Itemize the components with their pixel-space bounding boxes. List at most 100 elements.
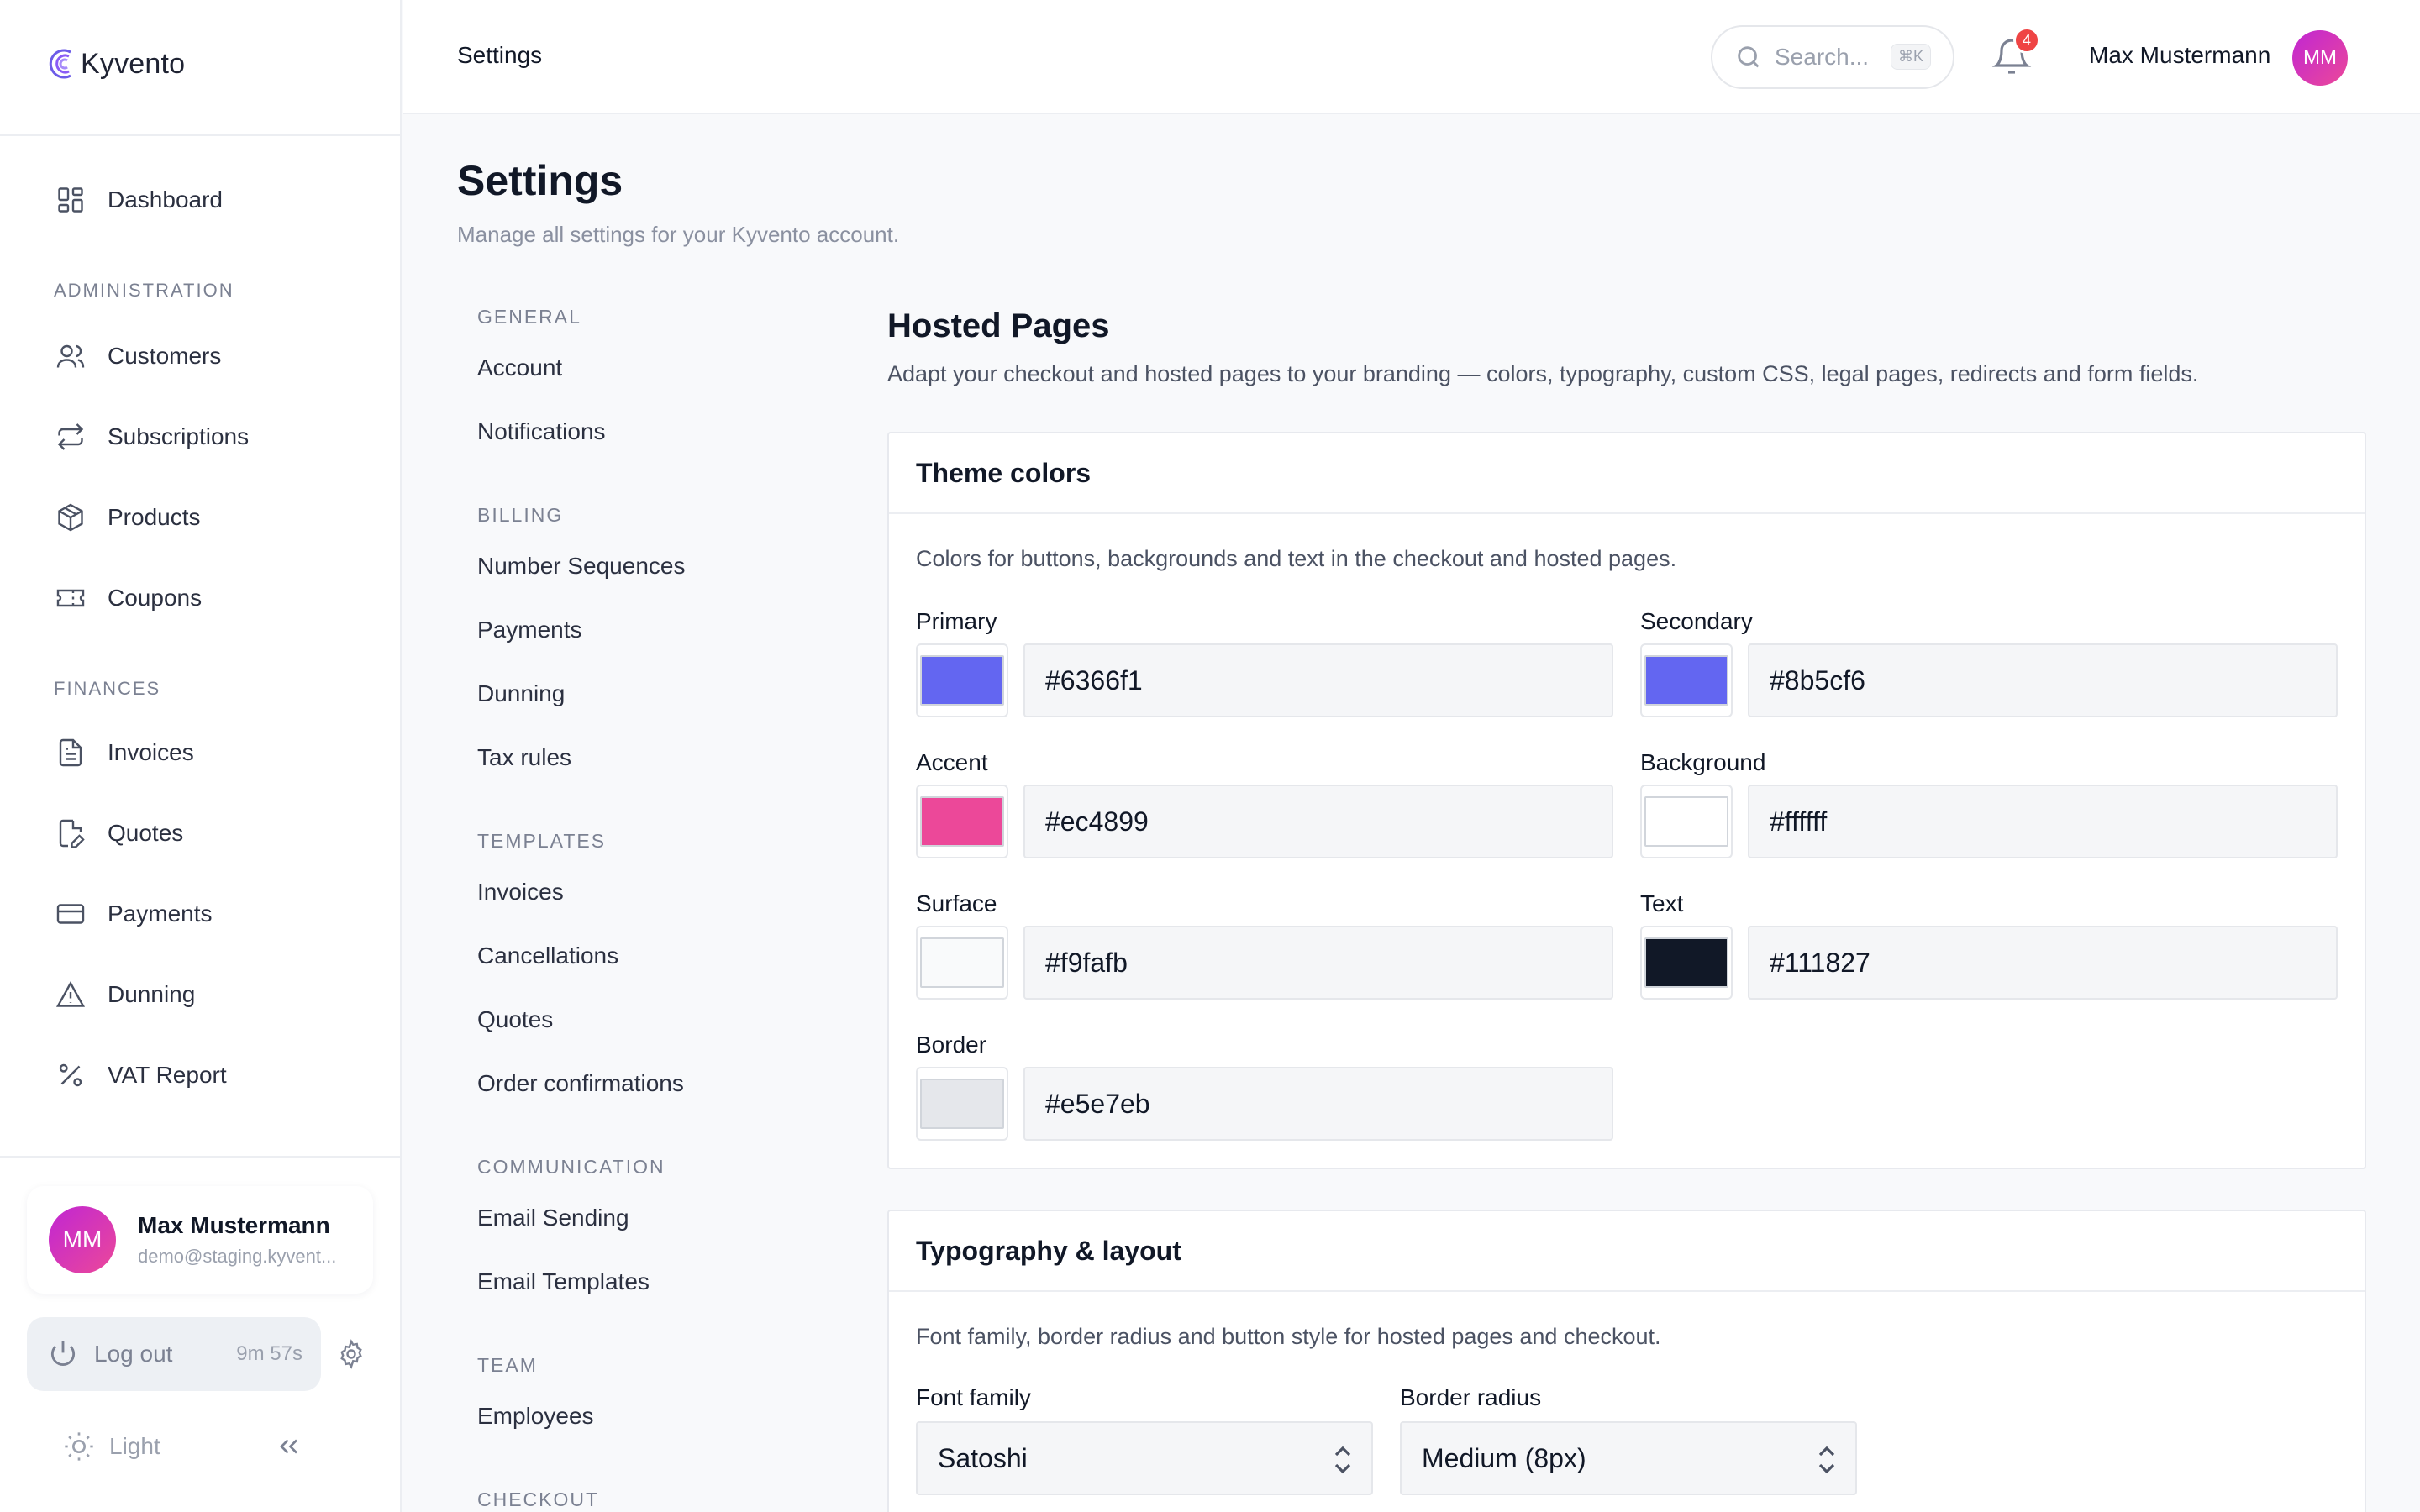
sidebar-item-products[interactable]: Products (54, 496, 201, 539)
color-swatch (1644, 796, 1728, 847)
settings-item-invoices[interactable]: Invoices (477, 879, 564, 906)
color-swatch (920, 1079, 1004, 1129)
app-logo[interactable]: Kyvento (45, 45, 185, 82)
color-swatch (920, 655, 1004, 706)
border-radius-select[interactable]: Medium (8px) (1400, 1421, 1857, 1495)
secondary-color-picker[interactable] (1640, 643, 1733, 717)
sidebar-item-dunning[interactable]: Dunning (54, 973, 195, 1016)
card-description: Colors for buttons, backgrounds and text… (916, 546, 1677, 571)
font-family-label: Font family (916, 1384, 1031, 1410)
sidebar-user-card[interactable]: MM Max Mustermann demo@staging.kyvent... (27, 1186, 373, 1294)
border-color-picker[interactable] (916, 1067, 1008, 1141)
file-edit-icon (54, 816, 87, 850)
user-email: demo@staging.kyvent... (138, 1246, 337, 1267)
divider (0, 134, 402, 136)
sidebar-item-label: Dunning (108, 981, 196, 1007)
settings-item-account[interactable]: Account (477, 354, 562, 381)
sidebar-item-vat-report[interactable]: VAT Report (54, 1053, 227, 1097)
border-color-label: Border (916, 1032, 987, 1058)
select-value: Medium (8px) (1422, 1442, 1586, 1473)
text-color-label: Text (1640, 890, 1684, 916)
color-swatch (920, 937, 1004, 988)
secondary-color-input[interactable]: #8b5cf6 (1748, 643, 2338, 717)
settings-item-notifications[interactable]: Notifications (477, 418, 606, 445)
user-name: Max Mustermann (138, 1212, 330, 1238)
search-shortcut: ⌘K (1890, 44, 1931, 70)
sidebar-item-label: Payments (108, 900, 213, 927)
sidebar-item-customers[interactable]: Customers (54, 334, 221, 378)
logout-button[interactable]: Log out 9m 57s (27, 1317, 321, 1391)
settings-section-general: GENERAL (477, 306, 581, 328)
background-color-label: Background (1640, 749, 1766, 775)
sidebar-item-label: Subscriptions (108, 423, 250, 449)
settings-item-tax-rules[interactable]: Tax rules (477, 744, 571, 771)
settings-section-team: TEAM (477, 1354, 538, 1376)
font-family-select[interactable]: Satoshi (916, 1421, 1373, 1495)
card-title: Typography & layout (889, 1211, 2365, 1292)
divider (0, 1156, 402, 1158)
settings-item-cancellations[interactable]: Cancellations (477, 942, 618, 969)
gear-icon[interactable] (336, 1339, 366, 1369)
accent-color-picker[interactable] (916, 785, 1008, 858)
search-input[interactable]: Search... ⌘K (1711, 25, 1954, 89)
power-icon (50, 1341, 76, 1366)
sidebar-item-label: Dashboard (108, 186, 223, 213)
settings-item-dunning[interactable]: Dunning (477, 680, 565, 707)
sidebar-item-invoices[interactable]: Invoices (54, 731, 194, 774)
text-color-picker[interactable] (1640, 926, 1733, 1000)
nav-section-administration: ADMINISTRATION (54, 280, 234, 301)
surface-color-input[interactable]: #f9fafb (1023, 926, 1613, 1000)
settings-item-order-confirmations[interactable]: Order confirmations (477, 1070, 684, 1097)
surface-color-picker[interactable] (916, 926, 1008, 1000)
primary-color-label: Primary (916, 608, 997, 634)
select-value: Satoshi (938, 1442, 1028, 1473)
header-title: Settings (457, 42, 543, 68)
color-swatch (1644, 655, 1728, 706)
sidebar-item-coupons[interactable]: Coupons (54, 576, 202, 620)
sidebar-item-payments[interactable]: Payments (54, 892, 213, 936)
sidebar-item-label: Quotes (108, 820, 184, 846)
primary-color-picker[interactable] (916, 643, 1008, 717)
typography-card: Typography & layout Font family, border … (887, 1210, 2366, 1512)
theme-label: Light (109, 1433, 160, 1459)
percent-icon (54, 1058, 87, 1092)
background-color-input[interactable]: #ffffff (1748, 785, 2338, 858)
color-swatch (920, 796, 1004, 847)
search-placeholder: Search... (1775, 44, 1870, 70)
color-swatch (1644, 937, 1728, 988)
search-icon (1738, 46, 1760, 68)
secondary-color-label: Secondary (1640, 608, 1753, 634)
accent-color-input[interactable]: #ec4899 (1023, 785, 1613, 858)
kyvento-logo-icon (49, 49, 71, 79)
app-name: Kyvento (81, 47, 186, 80)
avatar[interactable]: MM (2292, 30, 2348, 86)
chevron-up-down-icon (1818, 1446, 1835, 1474)
sidebar-item-label: Invoices (108, 739, 194, 765)
section-title: Hosted Pages (887, 307, 1110, 344)
chevron-up-down-icon (1334, 1446, 1351, 1474)
settings-item-email-sending[interactable]: Email Sending (477, 1205, 629, 1231)
text-color-input[interactable]: #111827 (1748, 926, 2338, 1000)
border-color-input[interactable]: #e5e7eb (1023, 1067, 1613, 1141)
background-color-picker[interactable] (1640, 785, 1733, 858)
accent-color-label: Accent (916, 749, 988, 775)
notification-badge: 4 (2013, 27, 2040, 54)
sidebar-item-quotes[interactable]: Quotes (54, 811, 183, 855)
primary-color-input[interactable]: #6366f1 (1023, 643, 1613, 717)
theme-toggle[interactable]: Light (62, 1430, 160, 1463)
settings-item-quotes[interactable]: Quotes (477, 1006, 553, 1033)
ticket-icon (54, 581, 87, 615)
settings-item-number-sequences[interactable]: Number Sequences (477, 553, 685, 580)
header-user-name[interactable]: Max Mustermann (2089, 42, 2270, 69)
sidebar-item-subscriptions[interactable]: Subscriptions (54, 415, 249, 459)
chevrons-left-icon[interactable] (274, 1431, 304, 1462)
package-icon (54, 501, 87, 534)
top-header: Settings Search... ⌘K 4 Max Mustermann M… (403, 0, 2420, 114)
settings-item-email-templates[interactable]: Email Templates (477, 1268, 650, 1295)
sidebar-item-dashboard[interactable]: Dashboard (54, 178, 223, 222)
card-title: Theme colors (889, 433, 2365, 514)
settings-item-payments[interactable]: Payments (477, 617, 582, 643)
settings-item-employees[interactable]: Employees (477, 1403, 594, 1430)
users-icon (54, 339, 87, 373)
surface-color-label: Surface (916, 890, 997, 916)
